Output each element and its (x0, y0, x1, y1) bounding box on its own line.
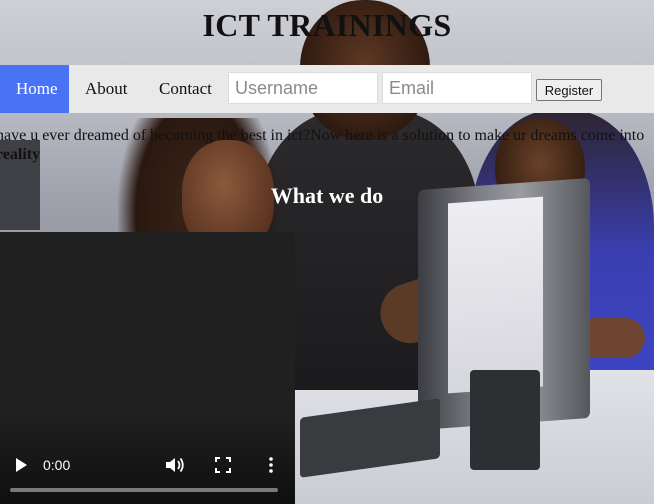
play-icon[interactable] (12, 456, 30, 474)
nav-about-link[interactable]: About (69, 65, 144, 113)
page-title: ICT TRAININGS (202, 7, 452, 43)
more-options-icon[interactable] (262, 455, 280, 475)
intro-bold-text: reality (0, 146, 41, 163)
section-heading: What we do (270, 183, 384, 208)
video-time: 0:00 (43, 457, 71, 473)
fullscreen-icon[interactable] (214, 456, 232, 474)
video-progress-track[interactable] (10, 488, 278, 492)
nav-home-link[interactable]: Home (0, 65, 69, 113)
video-player[interactable]: 0:00 (0, 232, 295, 504)
volume-icon[interactable] (164, 455, 186, 475)
email-input[interactable] (382, 72, 532, 104)
username-input[interactable] (228, 72, 378, 104)
register-button[interactable]: Register (536, 79, 602, 101)
intro-text: have u ever dreamed of becoming the best… (0, 127, 645, 144)
intro-paragraph: have u ever dreamed of becoming the best… (0, 126, 654, 164)
nav-contact-link[interactable]: Contact (143, 65, 228, 113)
